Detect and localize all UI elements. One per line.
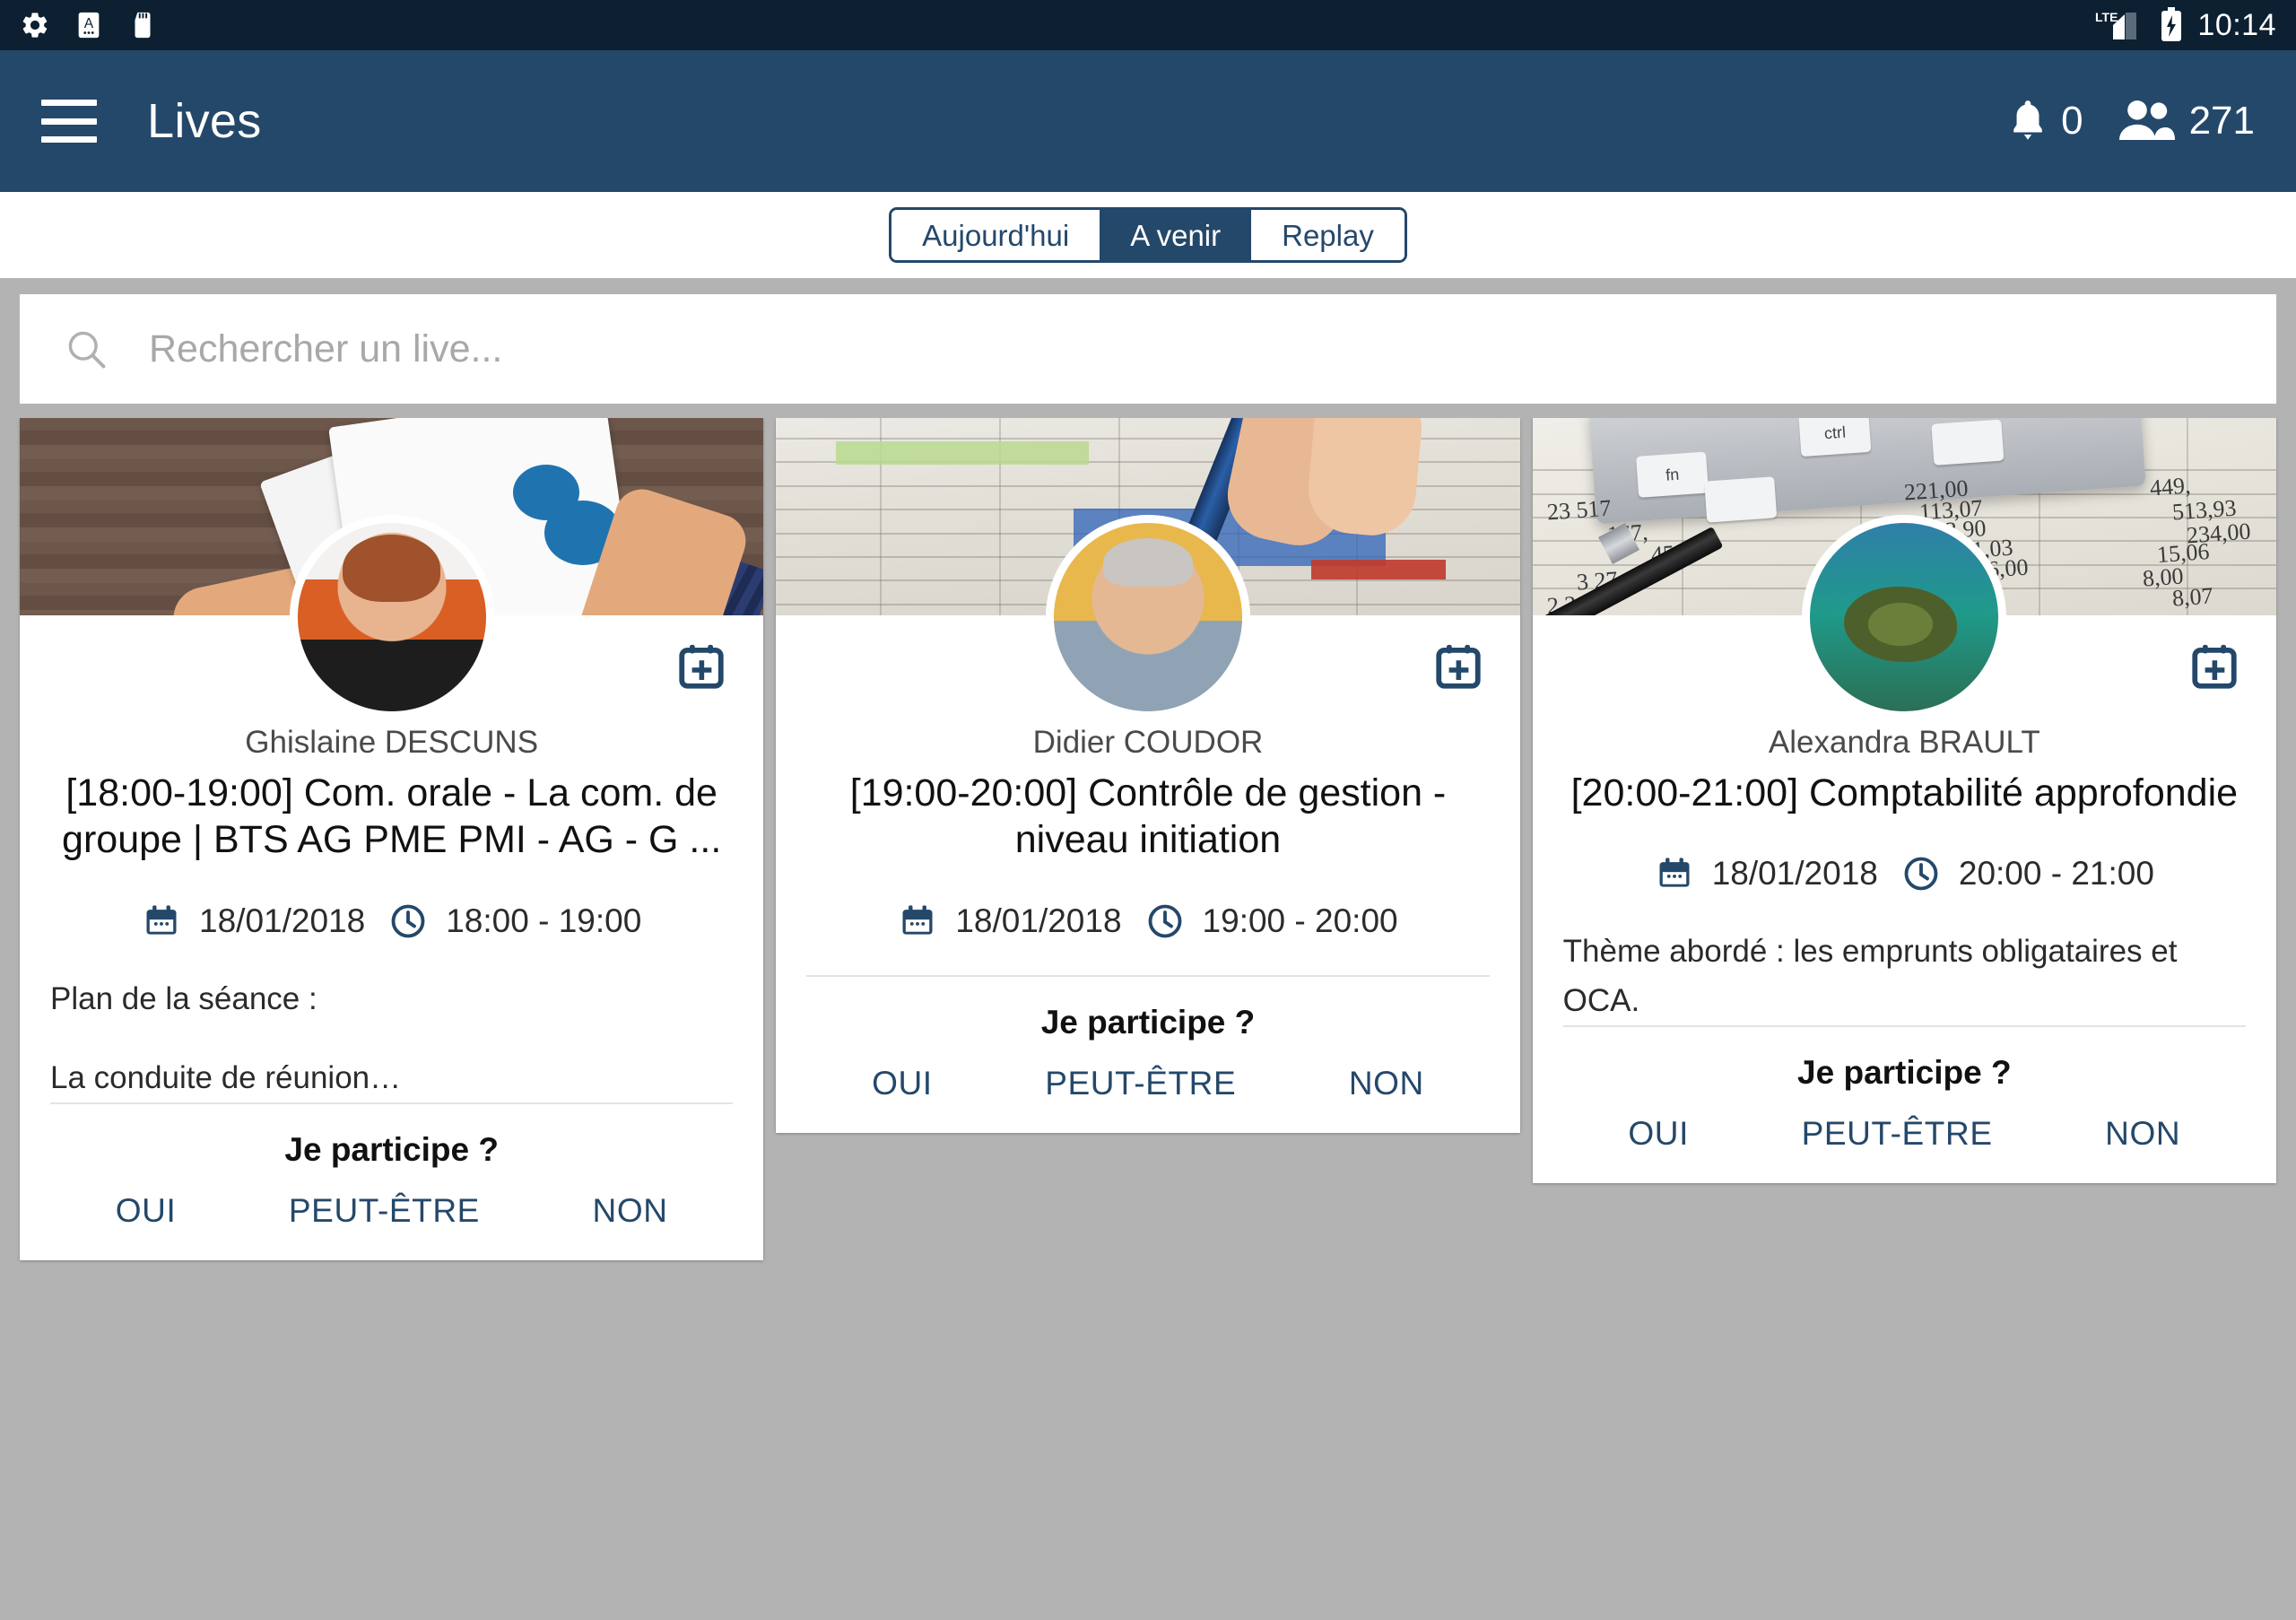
calendar-plus-icon [679,644,724,689]
card-date: 18/01/2018 [1655,854,1878,893]
calendar-icon [1659,858,1690,888]
sd-card-icon [135,12,151,39]
avatar [1802,515,2007,719]
answer-no-button[interactable]: NON [593,1192,668,1230]
card-date-text: 18/01/2018 [955,901,1122,939]
calendar-icon [902,905,933,935]
bell-icon [2013,100,2042,140]
clock-icon [391,904,425,938]
answer-no-button[interactable]: NON [1349,1065,1424,1102]
tab-a-venir[interactable]: A venir [1100,210,1252,260]
card-presenter: Alexandra BRAULT [1768,725,2040,760]
card-presenter: Didier COUDOR [1032,725,1264,760]
participate-label: Je participe ? [1797,1053,2012,1091]
card-date: 18/01/2018 [898,901,1122,941]
page-title: Lives [147,94,262,148]
live-cards-list: Ghislaine DESCUNS [18:00-19:00] Com. ora… [0,418,2296,1620]
card-description: Thème abordé : les emprunts obligataires… [1563,928,2246,1025]
add-to-calendar-button[interactable] [2188,640,2240,697]
lte-signal-icon: LTE [2095,10,2137,39]
live-card[interactable]: Didier COUDOR [19:00-20:00] Contrôle de … [776,418,1520,1133]
answer-maybe-button[interactable]: PEUT-ÊTRE [1045,1065,1236,1102]
clock-icon [1148,904,1181,938]
card-time: 18:00 - 19:00 [388,901,641,941]
participate-answers: OUI PEUT-ÊTRE NON [1563,1092,2246,1160]
card-date-text: 18/01/2018 [1711,855,1878,893]
card-meta-row: 18/01/2018 20:00 - 21:00 [1563,854,2246,893]
tab-segmented-control: Aujourd'hui A venir Replay [889,207,1407,263]
people-icon [2118,100,2175,140]
answer-yes-button[interactable]: OUI [1628,1115,1689,1153]
tab-bar-zone: Aujourd'hui A venir Replay [0,192,2296,278]
card-description-line: Plan de la séance : [50,980,317,1016]
participants-button[interactable]: 271 [2114,99,2255,144]
calendar-icon [146,905,177,935]
calendar-plus-icon [1436,644,1481,689]
battery-charging-icon [2161,7,2182,41]
card-time-text: 18:00 - 19:00 [446,901,642,939]
card-date-text: 18/01/2018 [199,901,366,939]
calendar-plus-icon [2192,644,2237,689]
card-description-line: La conduite de réunion… [50,1060,402,1096]
live-card[interactable]: Ghislaine DESCUNS [18:00-19:00] Com. ora… [20,418,764,1261]
add-to-calendar-button[interactable] [1432,640,1484,697]
clock-icon [1904,858,1938,891]
status-bar-right: LTE 10:14 [2095,7,2276,43]
search-bar[interactable]: Rechercher un live... [20,294,2276,404]
card-time-text: 20:00 - 21:00 [1958,855,2154,893]
card-date: 18/01/2018 [142,901,365,941]
app-bar: Lives 0 271 [0,50,2296,192]
search-input[interactable]: Rechercher un live... [149,327,502,371]
search-icon [68,331,106,369]
participate-answers: OUI PEUT-ÊTRE NON [50,1169,733,1237]
answer-maybe-button[interactable]: PEUT-ÊTRE [289,1192,480,1230]
status-bar: A LTE 10:14 [0,0,2296,50]
gear-icon [22,13,48,38]
participants-count: 271 [2188,99,2255,143]
answer-yes-button[interactable]: OUI [116,1192,177,1230]
keyboard-language-icon: A [78,12,100,39]
answer-maybe-button[interactable]: PEUT-ÊTRE [1802,1115,1993,1153]
card-time-text: 19:00 - 20:00 [1202,901,1398,939]
app-bar-actions: 0 271 [2005,97,2255,145]
card-description: Plan de la séance : La conduite de réuni… [50,975,733,1103]
answer-no-button[interactable]: NON [2105,1115,2180,1153]
card-title: [19:00-20:00] Contrôle de gestion - nive… [849,771,1447,862]
add-to-calendar-button[interactable] [675,640,727,697]
card-description-line: Thème abordé : les emprunts obligataires… [1562,934,2178,1018]
participate-answers: OUI PEUT-ÊTRE NON [806,1041,1489,1110]
notifications-button[interactable]: 0 [2005,97,2083,145]
card-time: 20:00 - 21:00 [1901,854,2154,893]
card-presenter: Ghislaine DESCUNS [245,725,539,760]
card-time: 19:00 - 20:00 [1145,901,1398,941]
answer-yes-button[interactable]: OUI [872,1065,933,1102]
hamburger-menu-icon[interactable] [41,100,97,143]
card-title: [20:00-21:00] Comptabilité approfondie [1570,771,2239,814]
avatar [289,515,494,719]
participate-label: Je participe ? [1040,1003,1256,1041]
search-zone: Rechercher un live... [0,278,2296,418]
notifications-count: 0 [2061,99,2083,143]
live-card[interactable]: fn ctrl 23 517 167, 45,98 3 27 2 2 221,0… [1532,418,2276,1183]
status-bar-clock: 10:14 [2197,8,2276,42]
tab-replay[interactable]: Replay [1251,210,1405,260]
card-meta-row: 18/01/2018 18:00 - 19:00 [50,901,733,941]
card-title: [18:00-19:00] Com. orale - La com. de gr… [62,771,722,862]
svg-text:LTE: LTE [2095,10,2118,24]
tab-aujourdhui[interactable]: Aujourd'hui [891,210,1100,260]
participate-label: Je participe ? [284,1131,499,1169]
avatar [1045,515,1250,719]
card-meta-row: 18/01/2018 19:00 - 20:00 [806,901,1489,941]
svg-text:A: A [84,16,94,31]
status-bar-left-icons: A [20,10,158,40]
